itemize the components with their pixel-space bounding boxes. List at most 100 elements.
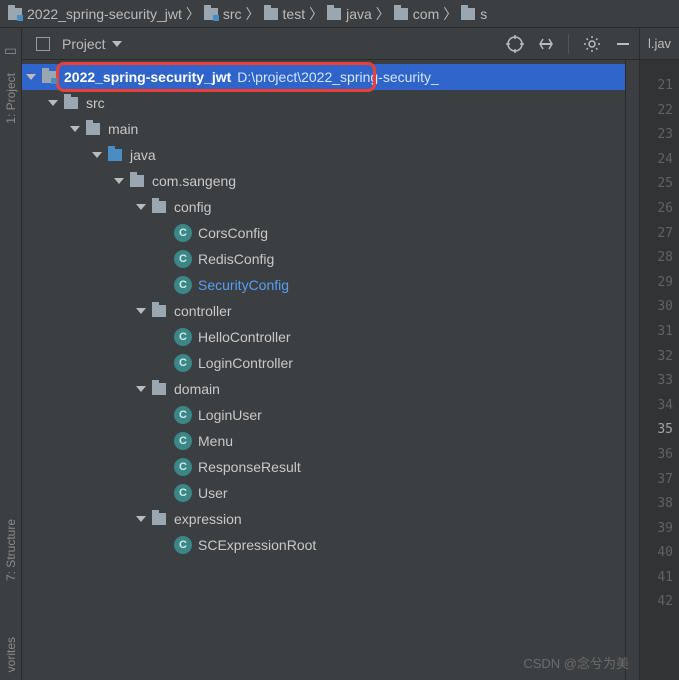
tree-row[interactable]: main bbox=[22, 116, 625, 142]
tree-row[interactable]: CHelloController bbox=[22, 324, 625, 350]
class-icon: C bbox=[174, 536, 192, 554]
tree-row[interactable]: CLoginController bbox=[22, 350, 625, 376]
line-number[interactable]: 29 bbox=[640, 271, 673, 296]
line-number[interactable]: 32 bbox=[640, 345, 673, 370]
favorites-tab[interactable]: vorites bbox=[2, 629, 20, 680]
tree-row[interactable]: src bbox=[22, 90, 625, 116]
tree-node-label: SecurityConfig bbox=[198, 273, 289, 297]
tree-row[interactable]: C SCExpressionRoot bbox=[22, 532, 625, 558]
line-number[interactable]: 25 bbox=[640, 172, 673, 197]
tree-row[interactable]: C Menu bbox=[22, 428, 625, 454]
tree-node-label: expression bbox=[174, 507, 242, 531]
tree-row[interactable]: com.sangeng bbox=[22, 168, 625, 194]
project-view-icon bbox=[36, 37, 50, 51]
expand-arrow-icon[interactable] bbox=[92, 152, 102, 158]
expand-arrow-icon[interactable] bbox=[48, 100, 58, 106]
line-number[interactable]: 33 bbox=[640, 369, 673, 394]
tree-row[interactable]: CResponseResult bbox=[22, 454, 625, 480]
line-number[interactable]: 34 bbox=[640, 394, 673, 419]
breadcrumb-item[interactable]: src bbox=[200, 6, 246, 22]
tree-row[interactable]: CLoginUser bbox=[22, 402, 625, 428]
tree-row[interactable]: expression bbox=[22, 506, 625, 532]
expand-arrow-icon[interactable] bbox=[26, 74, 36, 80]
folder-icon bbox=[327, 8, 341, 20]
tree-row[interactable]: java bbox=[22, 142, 625, 168]
tree-root-row[interactable]: 2022_spring-security_jwtD:\project\2022_… bbox=[22, 64, 625, 90]
tree-node-label: LoginUser bbox=[198, 403, 262, 427]
expand-arrow-icon[interactable] bbox=[114, 178, 124, 184]
breadcrumb-separator: 〉 bbox=[309, 4, 323, 24]
line-number[interactable]: 35 bbox=[640, 418, 673, 443]
folder-icon bbox=[461, 8, 475, 20]
expand-arrow-icon[interactable] bbox=[136, 386, 146, 392]
breadcrumb-item[interactable]: test bbox=[260, 6, 310, 22]
line-number[interactable]: 30 bbox=[640, 295, 673, 320]
folder-icon bbox=[42, 71, 56, 83]
class-icon: C bbox=[174, 432, 192, 450]
watermark: CSDN @念兮为美 bbox=[523, 653, 629, 672]
class-icon: C bbox=[174, 276, 192, 294]
tree-row[interactable]: CUser bbox=[22, 480, 625, 506]
tree-row[interactable]: CRedisConfig bbox=[22, 246, 625, 272]
folder-icon bbox=[264, 8, 278, 20]
line-number[interactable]: 37 bbox=[640, 468, 673, 493]
tree-node-label: Menu bbox=[198, 429, 233, 453]
breadcrumb-item[interactable]: java bbox=[323, 6, 376, 22]
breadcrumb-item[interactable]: s bbox=[457, 6, 491, 22]
line-number[interactable]: 40 bbox=[640, 541, 673, 566]
project-tab[interactable]: 1: Project bbox=[2, 65, 20, 132]
tree-node-label: ResponseResult bbox=[198, 455, 301, 479]
tree-node-label: LoginController bbox=[198, 351, 293, 375]
breadcrumb-label: src bbox=[223, 6, 242, 22]
line-number[interactable]: 42 bbox=[640, 590, 673, 615]
line-number[interactable]: 39 bbox=[640, 517, 673, 542]
folder-icon bbox=[152, 383, 166, 395]
tree-node-label: SCExpressionRoot bbox=[198, 533, 316, 557]
line-number[interactable]: 28 bbox=[640, 246, 673, 271]
line-number[interactable]: 38 bbox=[640, 492, 673, 517]
folder-icon bbox=[86, 123, 100, 135]
tree-node-label: RedisConfig bbox=[198, 247, 274, 271]
structure-tab[interactable]: 7: Structure bbox=[2, 511, 20, 589]
tree-row[interactable]: domain bbox=[22, 376, 625, 402]
line-number[interactable]: 23 bbox=[640, 123, 673, 148]
line-number[interactable]: 21 bbox=[640, 74, 673, 99]
tree-node-label: User bbox=[198, 481, 228, 505]
folder-icon bbox=[152, 201, 166, 213]
line-number[interactable]: 26 bbox=[640, 197, 673, 222]
minimize-icon[interactable] bbox=[615, 36, 631, 52]
line-number[interactable]: 31 bbox=[640, 320, 673, 345]
line-number[interactable]: 24 bbox=[640, 148, 673, 173]
expand-arrow-icon[interactable] bbox=[136, 308, 146, 314]
line-number[interactable]: 27 bbox=[640, 222, 673, 247]
line-number[interactable]: 22 bbox=[640, 99, 673, 124]
project-view-selector[interactable]: Project bbox=[30, 34, 128, 54]
breadcrumb-item[interactable]: com bbox=[390, 6, 443, 22]
breadcrumb-label: java bbox=[346, 6, 372, 22]
tree-row[interactable]: CCorsConfig bbox=[22, 220, 625, 246]
editor-tab[interactable]: l.jav bbox=[640, 28, 679, 60]
tree-node-label: HelloController bbox=[198, 325, 291, 349]
project-tool-icon[interactable]: ▭ bbox=[4, 42, 17, 59]
tree-row[interactable]: config bbox=[22, 194, 625, 220]
folder-icon bbox=[130, 175, 144, 187]
collapse-icon[interactable] bbox=[538, 36, 554, 52]
expand-arrow-icon[interactable] bbox=[136, 204, 146, 210]
tree-node-label: src bbox=[86, 91, 105, 115]
project-panel-header: Project bbox=[22, 28, 639, 60]
breadcrumb-label: s bbox=[480, 6, 487, 22]
folder-icon bbox=[8, 8, 22, 20]
gear-icon[interactable] bbox=[583, 35, 601, 53]
locate-icon[interactable] bbox=[506, 35, 524, 53]
tree-row[interactable]: C SecurityConfig bbox=[22, 272, 625, 298]
tree-scrollbar[interactable] bbox=[625, 60, 639, 680]
breadcrumb-item[interactable]: 2022_spring-security_jwt bbox=[4, 6, 186, 22]
line-number[interactable]: 41 bbox=[640, 566, 673, 591]
line-number[interactable]: 36 bbox=[640, 443, 673, 468]
expand-arrow-icon[interactable] bbox=[136, 516, 146, 522]
tree-row[interactable]: controller bbox=[22, 298, 625, 324]
project-tree[interactable]: 2022_spring-security_jwtD:\project\2022_… bbox=[22, 60, 625, 680]
expand-arrow-icon[interactable] bbox=[70, 126, 80, 132]
folder-icon bbox=[204, 8, 218, 20]
tree-node-label: 2022_spring-security_jwt bbox=[64, 65, 231, 89]
